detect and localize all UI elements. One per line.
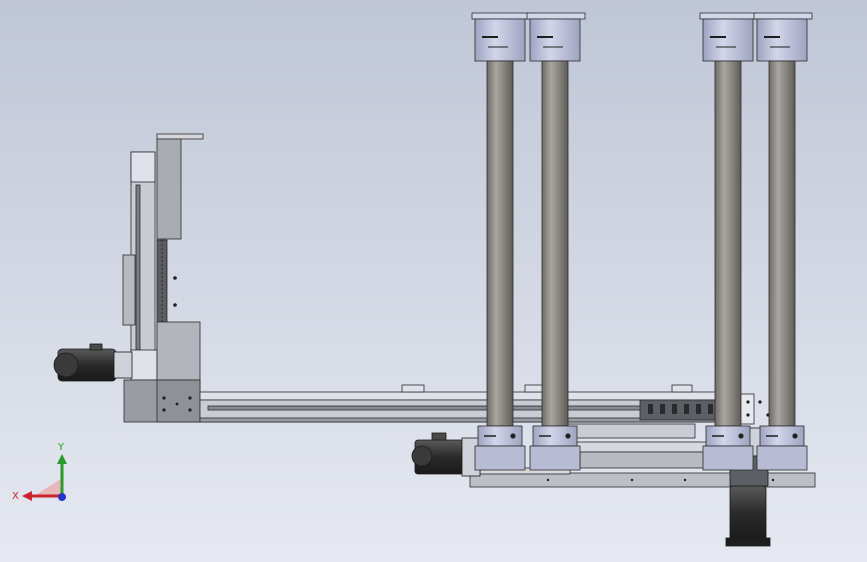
column-1-bottom-base [474, 445, 526, 471]
column-3-bolt [738, 433, 744, 439]
column-2-tube [541, 60, 569, 427]
z-motor-connector [89, 343, 103, 351]
z-axis-carriage [130, 349, 158, 381]
column-3-top-lip [699, 12, 759, 20]
x-beam-clip-3 [671, 384, 693, 393]
column-1-top-lip [471, 12, 531, 20]
z-axis-top-bracket [156, 133, 204, 140]
triad-x-label: X [12, 491, 19, 502]
column-3-top-flange [702, 18, 754, 62]
y-motor-endcap [411, 445, 433, 467]
z-axis-carriage-plate [156, 138, 182, 240]
column-1-tube [486, 60, 514, 427]
triad-y-arrowhead [57, 454, 67, 464]
view-orientation-triad[interactable]: Y X [12, 440, 76, 508]
y-motor-connector [431, 432, 447, 441]
column-4-bolt [792, 433, 798, 439]
column-2-top-lip [526, 12, 586, 20]
column-3-tube [714, 60, 742, 427]
r-motor-body [729, 485, 767, 542]
z-axis-side-plate [122, 254, 136, 326]
triad-z-axis-dot [58, 493, 66, 501]
triad-plane-icon [34, 478, 62, 496]
z-axis-base-block [156, 321, 201, 383]
column-4-bottom-base [756, 445, 808, 471]
z-axis-rail-groove [135, 184, 141, 351]
z-motor-coupling [113, 351, 133, 379]
z-axis-mount-face [156, 379, 201, 423]
column-2-bottom-base [529, 445, 581, 471]
column-2-bolt [565, 433, 571, 439]
z-axis-rail-cap [130, 151, 156, 183]
z-motor-endcap [53, 352, 79, 378]
column-4-top-lip [753, 12, 813, 20]
column-1-top-flange [474, 18, 526, 62]
model-canvas[interactable] [0, 0, 867, 562]
column-3-bottom-base [702, 445, 754, 471]
triad-x-arrowhead [22, 491, 32, 501]
column-4-tube [768, 60, 796, 427]
x-beam-clip-1 [401, 384, 425, 393]
column-2-top-flange [529, 18, 581, 62]
cad-viewport[interactable]: Y X [0, 0, 867, 562]
triad-y-label: Y [57, 442, 65, 453]
column-1-bolt [510, 433, 516, 439]
x-beam-top-cover [199, 391, 741, 401]
r-motor-base [725, 537, 771, 547]
column-4-top-flange [756, 18, 808, 62]
y-upper-plate [559, 423, 696, 439]
